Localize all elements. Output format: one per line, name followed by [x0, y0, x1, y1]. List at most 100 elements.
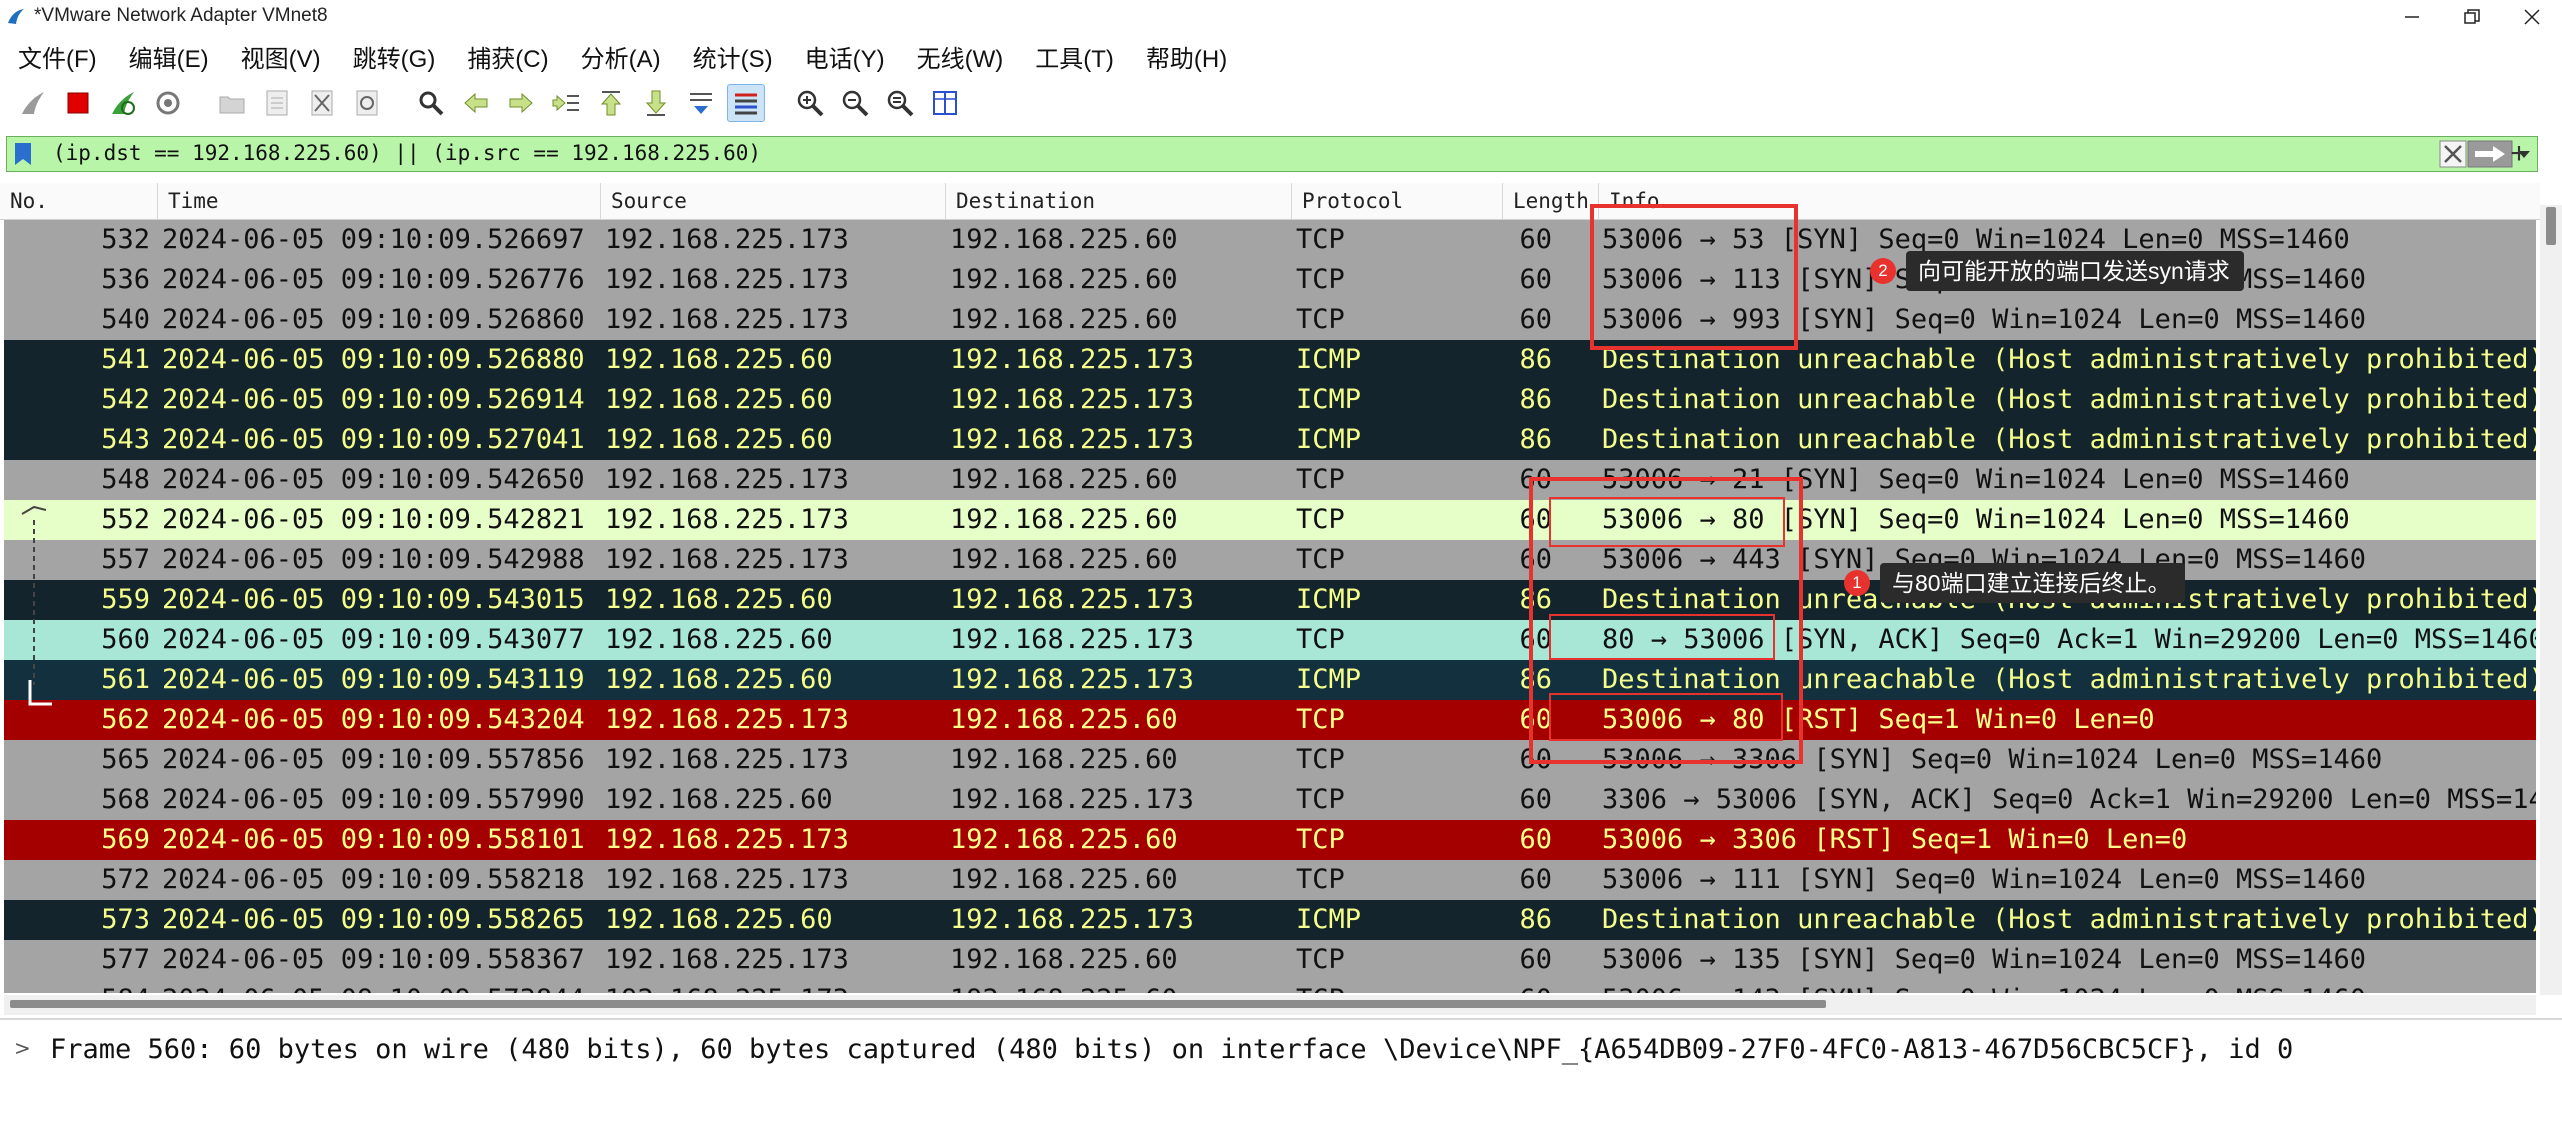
- close-window-button[interactable]: [2502, 0, 2562, 34]
- packet-row[interactable]: 541 2024-06-05 09:10:09.526880 192.168.225…: [4, 340, 2536, 380]
- vertical-scrollbar[interactable]: [2540, 205, 2562, 995]
- packet-row[interactable]: 568 2024-06-05 09:10:09.557990 192.168.225…: [4, 780, 2536, 820]
- stop-capture-button[interactable]: [59, 84, 97, 122]
- menu-help[interactable]: 帮助(H): [1130, 39, 1243, 74]
- column-protocol[interactable]: Protocol: [1292, 183, 1503, 219]
- menu-view[interactable]: 视图(V): [225, 39, 337, 74]
- zoom-reset-button[interactable]: [881, 84, 919, 122]
- zoom-out-button[interactable]: [836, 84, 874, 122]
- packet-source: 192.168.225.173: [605, 464, 849, 495]
- packet-source: 192.168.225.60: [605, 424, 833, 455]
- column-no[interactable]: No.: [0, 183, 158, 219]
- go-first-button[interactable]: [592, 84, 630, 122]
- packet-row[interactable]: 543 2024-06-05 09:10:09.527041 192.168.225…: [4, 420, 2536, 460]
- annotation-badge-2: 2: [1870, 258, 1896, 284]
- column-destination[interactable]: Destination: [946, 183, 1292, 219]
- go-back-button[interactable]: [457, 84, 495, 122]
- packet-length: 60: [1519, 784, 1552, 815]
- packet-source: 192.168.225.60: [605, 584, 833, 615]
- go-last-button[interactable]: [637, 84, 675, 122]
- packet-row[interactable]: 560 2024-06-05 09:10:09.543077 192.168.225…: [4, 620, 2536, 660]
- horizontal-scrollbar[interactable]: [4, 995, 2536, 1015]
- packet-row[interactable]: 584 2024-06-05 09:10:09.573844 192.168.225…: [4, 980, 2536, 993]
- open-file-button[interactable]: [213, 84, 251, 122]
- column-time[interactable]: Time: [158, 183, 601, 219]
- menu-file[interactable]: 文件(F): [0, 39, 113, 74]
- open-file-icon: [219, 96, 245, 114]
- packet-row[interactable]: 561 2024-06-05 09:10:09.543119 192.168.225…: [4, 660, 2536, 700]
- packet-time: 2024-06-05 09:10:09.526860: [162, 304, 585, 335]
- close-file-icon: [311, 90, 333, 116]
- bookmark-icon[interactable]: [12, 141, 34, 167]
- expand-arrow-icon[interactable]: >: [14, 1036, 31, 1060]
- close-file-button[interactable]: [303, 84, 341, 122]
- go-forward-button[interactable]: [502, 84, 540, 122]
- colorize-icon: [735, 93, 757, 115]
- capture-options-button[interactable]: [149, 84, 187, 122]
- packet-time: 2024-06-05 09:10:09.543204: [162, 704, 585, 735]
- packet-row[interactable]: 552 2024-06-05 09:10:09.542821 192.168.225…: [4, 500, 2536, 540]
- annotation-badge-1: 1: [1844, 570, 1870, 596]
- pane-splitter[interactable]: [0, 1018, 2562, 1020]
- packet-length: 86: [1519, 424, 1552, 455]
- close-icon: [2524, 9, 2540, 25]
- zoom-reset-icon: [887, 90, 914, 117]
- packet-row[interactable]: 542 2024-06-05 09:10:09.526914 192.168.225…: [4, 380, 2536, 420]
- menu-wireless[interactable]: 无线(W): [901, 39, 1020, 74]
- menu-capture[interactable]: 捕获(C): [451, 39, 564, 74]
- packet-protocol: TCP: [1296, 944, 1345, 975]
- horizontal-scroll-thumb[interactable]: [10, 1000, 1826, 1008]
- menu-edit[interactable]: 编辑(E): [113, 39, 225, 74]
- packet-row[interactable]: 577 2024-06-05 09:10:09.558367 192.168.225…: [4, 940, 2536, 980]
- packet-row[interactable]: 565 2024-06-05 09:10:09.557856 192.168.225…: [4, 740, 2536, 780]
- packet-protocol: ICMP: [1296, 424, 1362, 455]
- restore-icon: [2464, 9, 2480, 24]
- packet-source: 192.168.225.173: [605, 864, 849, 895]
- go-to-packet-button[interactable]: [547, 84, 585, 122]
- packet-destination: 192.168.225.60: [950, 304, 1178, 335]
- autoscroll-button[interactable]: [682, 84, 720, 122]
- menu-tools[interactable]: 工具(T): [1019, 39, 1130, 74]
- zoom-in-button[interactable]: [791, 84, 829, 122]
- packet-time: 2024-06-05 09:10:09.558101: [162, 824, 585, 855]
- packet-destination: 192.168.225.173: [950, 784, 1194, 815]
- column-source[interactable]: Source: [601, 183, 946, 219]
- menu-go[interactable]: 跳转(G): [337, 39, 452, 74]
- packet-row[interactable]: 572 2024-06-05 09:10:09.558218 192.168.225…: [4, 860, 2536, 900]
- minimize-button[interactable]: [2382, 0, 2442, 34]
- packet-row[interactable]: 548 2024-06-05 09:10:09.542650 192.168.225…: [4, 460, 2536, 500]
- packet-protocol: TCP: [1296, 824, 1345, 855]
- restart-capture-button[interactable]: [104, 84, 142, 122]
- packet-row[interactable]: 573 2024-06-05 09:10:09.558265 192.168.225…: [4, 900, 2536, 940]
- menu-telephony[interactable]: 电话(Y): [789, 39, 901, 74]
- packet-protocol: TCP: [1296, 744, 1345, 775]
- colorize-button[interactable]: [727, 84, 765, 122]
- packet-row[interactable]: 540 2024-06-05 09:10:09.526860 192.168.225…: [4, 300, 2536, 340]
- packet-details-pane: > Frame 560: 60 bytes on wire (480 bits)…: [0, 1030, 2562, 1066]
- find-packet-button[interactable]: [412, 84, 450, 122]
- maximize-button[interactable]: [2442, 0, 2502, 34]
- packet-row[interactable]: 562 2024-06-05 09:10:09.543204 192.168.225…: [4, 700, 2536, 740]
- frame-detail-line[interactable]: Frame 560: 60 bytes on wire (480 bits), …: [50, 1034, 2293, 1065]
- packet-length: 60: [1504, 980, 1552, 993]
- packet-time: 2024-06-05 09:10:09.558367: [162, 944, 585, 975]
- packet-protocol: TCP: [1296, 704, 1345, 735]
- reload-file-button[interactable]: [348, 84, 386, 122]
- column-length[interactable]: Length: [1503, 183, 1599, 219]
- packet-protocol: TCP: [1296, 464, 1345, 495]
- resize-columns-button[interactable]: [926, 84, 964, 122]
- save-file-button[interactable]: [258, 84, 296, 122]
- start-capture-button[interactable]: [14, 84, 52, 122]
- go-first-icon: [600, 91, 622, 116]
- packet-source: 192.168.225.60: [605, 624, 833, 655]
- clear-filter-icon[interactable]: [2439, 140, 2467, 168]
- menu-analyze[interactable]: 分析(A): [565, 39, 677, 74]
- packet-row[interactable]: 569 2024-06-05 09:10:09.558101 192.168.225…: [4, 820, 2536, 860]
- packet-length: 60: [1519, 864, 1552, 895]
- annotation-box-syn-80: [1549, 497, 1785, 547]
- menu-statistics[interactable]: 统计(S): [677, 39, 789, 74]
- add-filter-button[interactable]: +: [2502, 136, 2536, 172]
- packet-length: 86: [1519, 904, 1552, 935]
- display-filter-input[interactable]: (ip.dst == 192.168.225.60) || (ip.src ==…: [53, 141, 761, 165]
- vertical-scroll-thumb[interactable]: [2546, 207, 2556, 245]
